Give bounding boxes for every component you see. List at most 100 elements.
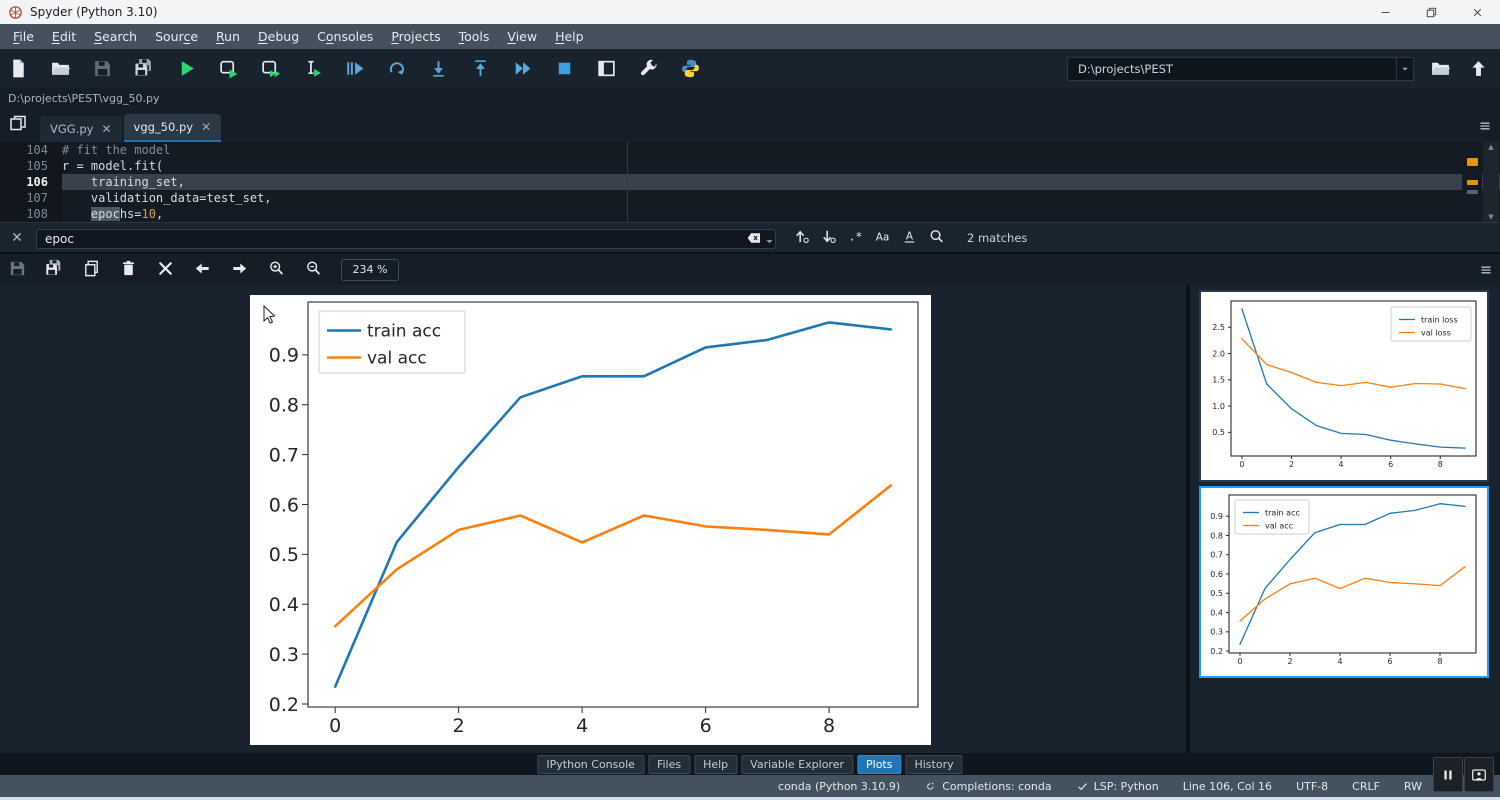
regex-button[interactable]: .* [846, 227, 868, 249]
save-all-button[interactable] [134, 58, 156, 80]
svg-text:2: 2 [453, 715, 465, 737]
chevron-down-icon[interactable] [1396, 57, 1413, 80]
close-tab-icon[interactable]: ✕ [101, 122, 111, 136]
working-directory-selector[interactable]: D:\projects\PEST [1067, 56, 1414, 81]
new-file-button[interactable] [8, 58, 30, 80]
menu-projects[interactable]: Projects [382, 26, 449, 47]
close-button[interactable] [1454, 0, 1500, 24]
search-match-flag[interactable] [1467, 180, 1478, 185]
line-source: # fit the model [62, 143, 171, 157]
pane-tabs: IPython Console Files Help Variable Explore… [537, 755, 963, 774]
next-plot-button[interactable] [230, 259, 251, 280]
plots-splitter[interactable] [1186, 285, 1190, 753]
zoom-out-plot-button[interactable] [304, 259, 325, 280]
pane-tab-help[interactable]: Help [694, 755, 738, 774]
pane-tab-files[interactable]: Files [647, 755, 691, 774]
pause-overlay-button[interactable] [1433, 757, 1463, 792]
debug-file-button[interactable] [344, 58, 366, 80]
svg-text:0.8: 0.8 [1210, 531, 1223, 540]
parent-dir-button[interactable] [1468, 58, 1490, 80]
pane-tab-ipython-console[interactable]: IPython Console [537, 755, 644, 774]
menu-file[interactable]: File [4, 26, 43, 47]
remove-plot-button[interactable] [119, 259, 140, 280]
open-file-button[interactable] [50, 58, 72, 80]
preferences-button[interactable] [638, 58, 660, 80]
menu-edit[interactable]: Edit [43, 26, 85, 47]
menu-consoles[interactable]: Consoles [308, 26, 382, 47]
copy-plot-button[interactable] [82, 259, 103, 280]
line-number: 105 [0, 158, 62, 174]
loss-plot-thumbnail[interactable]: 0 2 4 6 8 0.5 1.0 1.5 2.0 2.5 train loss val loss [1199, 290, 1489, 482]
search-history-caret-icon[interactable] [764, 232, 775, 243]
pane-tab-plots[interactable]: Plots [857, 755, 902, 774]
browse-dir-button[interactable] [1430, 58, 1452, 80]
svg-text:2.5: 2.5 [1212, 323, 1225, 332]
plots-options-menu-icon[interactable] [1478, 262, 1494, 276]
svg-text:0.6: 0.6 [1210, 570, 1223, 579]
scroll-down-icon[interactable]: ▼ [1488, 212, 1493, 222]
menu-debug[interactable]: Debug [249, 26, 308, 47]
find-bar: ✕ .* Aa A 2 matches [0, 222, 1500, 252]
run-cell-advance-button[interactable] [260, 58, 282, 80]
save-button[interactable] [92, 58, 114, 80]
pane-tab-history[interactable]: History [905, 755, 963, 774]
scroll-flag-area[interactable] [1462, 142, 1482, 222]
menu-search[interactable]: Search [85, 26, 146, 47]
zoom-in-plot-button[interactable] [267, 259, 288, 280]
scroll-up-icon[interactable]: ▲ [1488, 142, 1493, 152]
maximize-pane-button[interactable] [596, 58, 618, 80]
svg-text:8: 8 [1438, 460, 1443, 469]
rerun-button[interactable] [386, 58, 408, 80]
run-selection-icon [302, 58, 324, 80]
code-editor[interactable]: 104 # fit the model 105 r = model.fit(106 t… [0, 142, 1500, 222]
svg-text:Aa: Aa [876, 231, 890, 243]
menu-tools[interactable]: Tools [450, 26, 499, 47]
close-find-button[interactable]: ✕ [8, 230, 26, 246]
continue-button[interactable] [512, 58, 534, 80]
search-match-flag[interactable] [1467, 158, 1478, 166]
save-all-plot-button[interactable] [45, 259, 66, 280]
menu-run[interactable]: Run [207, 26, 249, 47]
completions-status[interactable]: Completions: conda [924, 780, 1052, 793]
find-next-button[interactable] [819, 227, 841, 249]
pane-tab-variable-explorer[interactable]: Variable Explorer [741, 755, 853, 774]
accuracy-plot-thumbnail[interactable]: 0 2 4 6 8 0.2 0.3 0.4 0.5 0.6 0.7 0.8 0.9 train acc va… [1199, 486, 1489, 678]
restore-button[interactable] [1408, 0, 1454, 24]
copy-icon [82, 259, 103, 280]
close-tab-icon[interactable]: ✕ [201, 120, 211, 134]
editor-tab-VGG.py[interactable]: VGG.py ✕ [40, 116, 122, 142]
remove-all-plot-button[interactable] [156, 259, 177, 280]
clear-search-icon[interactable] [746, 230, 762, 246]
run-button[interactable] [176, 58, 198, 80]
editor-options-menu-icon[interactable] [1477, 118, 1493, 132]
step-into-button[interactable] [428, 58, 450, 80]
find-previous-button[interactable] [792, 227, 814, 249]
webcam-overlay-button[interactable] [1464, 757, 1494, 792]
menu-source[interactable]: Source [146, 26, 207, 47]
scroll-flag[interactable] [1467, 190, 1478, 194]
save-plot-button[interactable] [8, 259, 29, 280]
run-selection-button[interactable] [302, 58, 324, 80]
find-next-icon [819, 227, 841, 249]
editor-tab-vgg_50.py[interactable]: vgg_50.py ✕ [123, 114, 222, 142]
minimize-button[interactable] [1362, 0, 1408, 24]
whole-word-button[interactable]: A [900, 227, 922, 249]
interpreter-status[interactable]: conda (Python 3.10.9) [778, 780, 900, 793]
menu-help[interactable]: Help [546, 26, 593, 47]
code-line-107: 107 validation_data=test_set, [0, 190, 1500, 206]
svg-text:A: A [906, 230, 914, 242]
case-sensitive-button[interactable]: Aa [873, 227, 895, 249]
previous-plot-button[interactable] [193, 259, 214, 280]
highlight-matches-button[interactable] [927, 227, 949, 249]
browse-tabs-button[interactable] [8, 113, 32, 137]
search-input[interactable] [36, 228, 776, 249]
run-cell-button[interactable] [218, 58, 240, 80]
step-return-button[interactable] [470, 58, 492, 80]
editor-scrollbar[interactable]: ▲ ▼ [1483, 142, 1499, 222]
menu-view[interactable]: View [498, 26, 546, 47]
stop-button[interactable] [554, 58, 576, 80]
python-env-button[interactable] [680, 58, 702, 80]
plots-toolbar: 234 % [0, 252, 1500, 285]
lsp-status[interactable]: LSP: Python [1076, 780, 1159, 793]
plots-buttons [8, 259, 341, 280]
